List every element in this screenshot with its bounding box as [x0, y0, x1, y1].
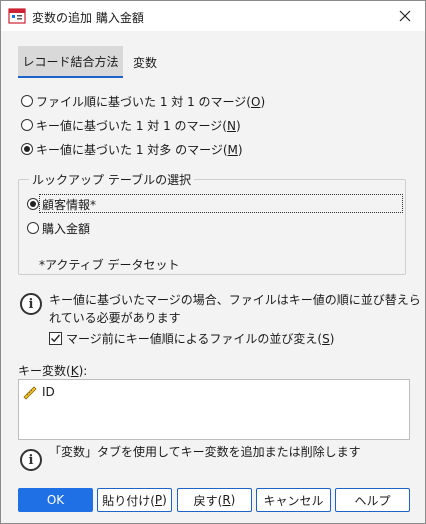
- key-vars-listbox[interactable]: ID: [18, 379, 410, 440]
- radio-label: キー値に基づいた 1 対 1 のマージ(N): [36, 118, 241, 133]
- ruler-icon: [22, 384, 38, 400]
- radio-lookup-customer[interactable]: 顧客情報*: [27, 195, 96, 213]
- radio-merge-one-to-one-key[interactable]: キー値に基づいた 1 対 1 のマージ(N): [21, 116, 241, 134]
- dialog-window: 変数の追加 購入金額 レコード結合方法 変数 ファイル順に基づいた 1 対 1 …: [0, 0, 426, 524]
- checkbox-label: マージ前にキー値順によるファイルの並び変え(S): [66, 332, 335, 346]
- radio-button[interactable]: [27, 198, 39, 210]
- info-key-vars-message: 「変数」タブを使用してキー変数を追加または削除します: [49, 445, 361, 459]
- cancel-button[interactable]: キャンセル: [256, 488, 331, 512]
- radio-merge-file-order[interactable]: ファイル順に基づいた 1 対 1 のマージ(O): [21, 92, 265, 110]
- info-sort-message: キー値に基づいたマージの場合、ファイルはキー値の順に並び替えら れている必要があ…: [49, 291, 421, 327]
- info-icon: i: [20, 449, 42, 471]
- key-vars-label: キー変数(K):: [18, 364, 88, 378]
- help-button[interactable]: ヘルプ: [335, 488, 410, 512]
- tab-variables[interactable]: 変数: [125, 46, 165, 78]
- ok-button[interactable]: OK: [18, 488, 93, 512]
- info-icon: i: [20, 293, 42, 315]
- reset-button[interactable]: 戻す(R): [177, 488, 252, 512]
- radio-lookup-purchase[interactable]: 購入金額: [27, 219, 90, 237]
- radio-label: 購入金額: [42, 221, 91, 236]
- tab-record-merge[interactable]: レコード結合方法: [18, 46, 123, 78]
- radio-button[interactable]: [21, 95, 33, 107]
- close-icon[interactable]: [391, 3, 419, 29]
- title-bar: 変数の追加 購入金額: [1, 1, 425, 31]
- app-icon: [8, 7, 26, 25]
- info-line-1: キー値に基づいたマージの場合、ファイルはキー値の順に並び替えら: [49, 293, 421, 307]
- radio-merge-one-to-many-key[interactable]: キー値に基づいた 1 対多 のマージ(M): [21, 140, 243, 158]
- checkmark-icon: [51, 334, 61, 343]
- paste-button[interactable]: 貼り付け(P): [97, 488, 172, 512]
- lookup-group-title: ルックアップ テーブルの選択: [29, 171, 195, 188]
- active-dataset-note: *アクティブ データセット: [39, 258, 180, 272]
- radio-label: 顧客情報*: [42, 197, 97, 212]
- window-title: 変数の追加 購入金額: [32, 11, 144, 25]
- radio-button[interactable]: [27, 222, 39, 234]
- radio-button[interactable]: [21, 119, 33, 131]
- key-var-name: ID: [42, 385, 55, 399]
- radio-button[interactable]: [21, 143, 33, 155]
- info-line-2: れている必要があります: [49, 311, 181, 325]
- checkbox[interactable]: [49, 332, 62, 345]
- radio-label: ファイル順に基づいた 1 対 1 のマージ(O): [36, 94, 266, 109]
- sort-before-merge-checkbox[interactable]: マージ前にキー値順によるファイルの並び変え(S): [49, 330, 334, 347]
- list-item[interactable]: ID: [22, 384, 55, 400]
- radio-label: キー値に基づいた 1 対多 のマージ(M): [36, 142, 243, 157]
